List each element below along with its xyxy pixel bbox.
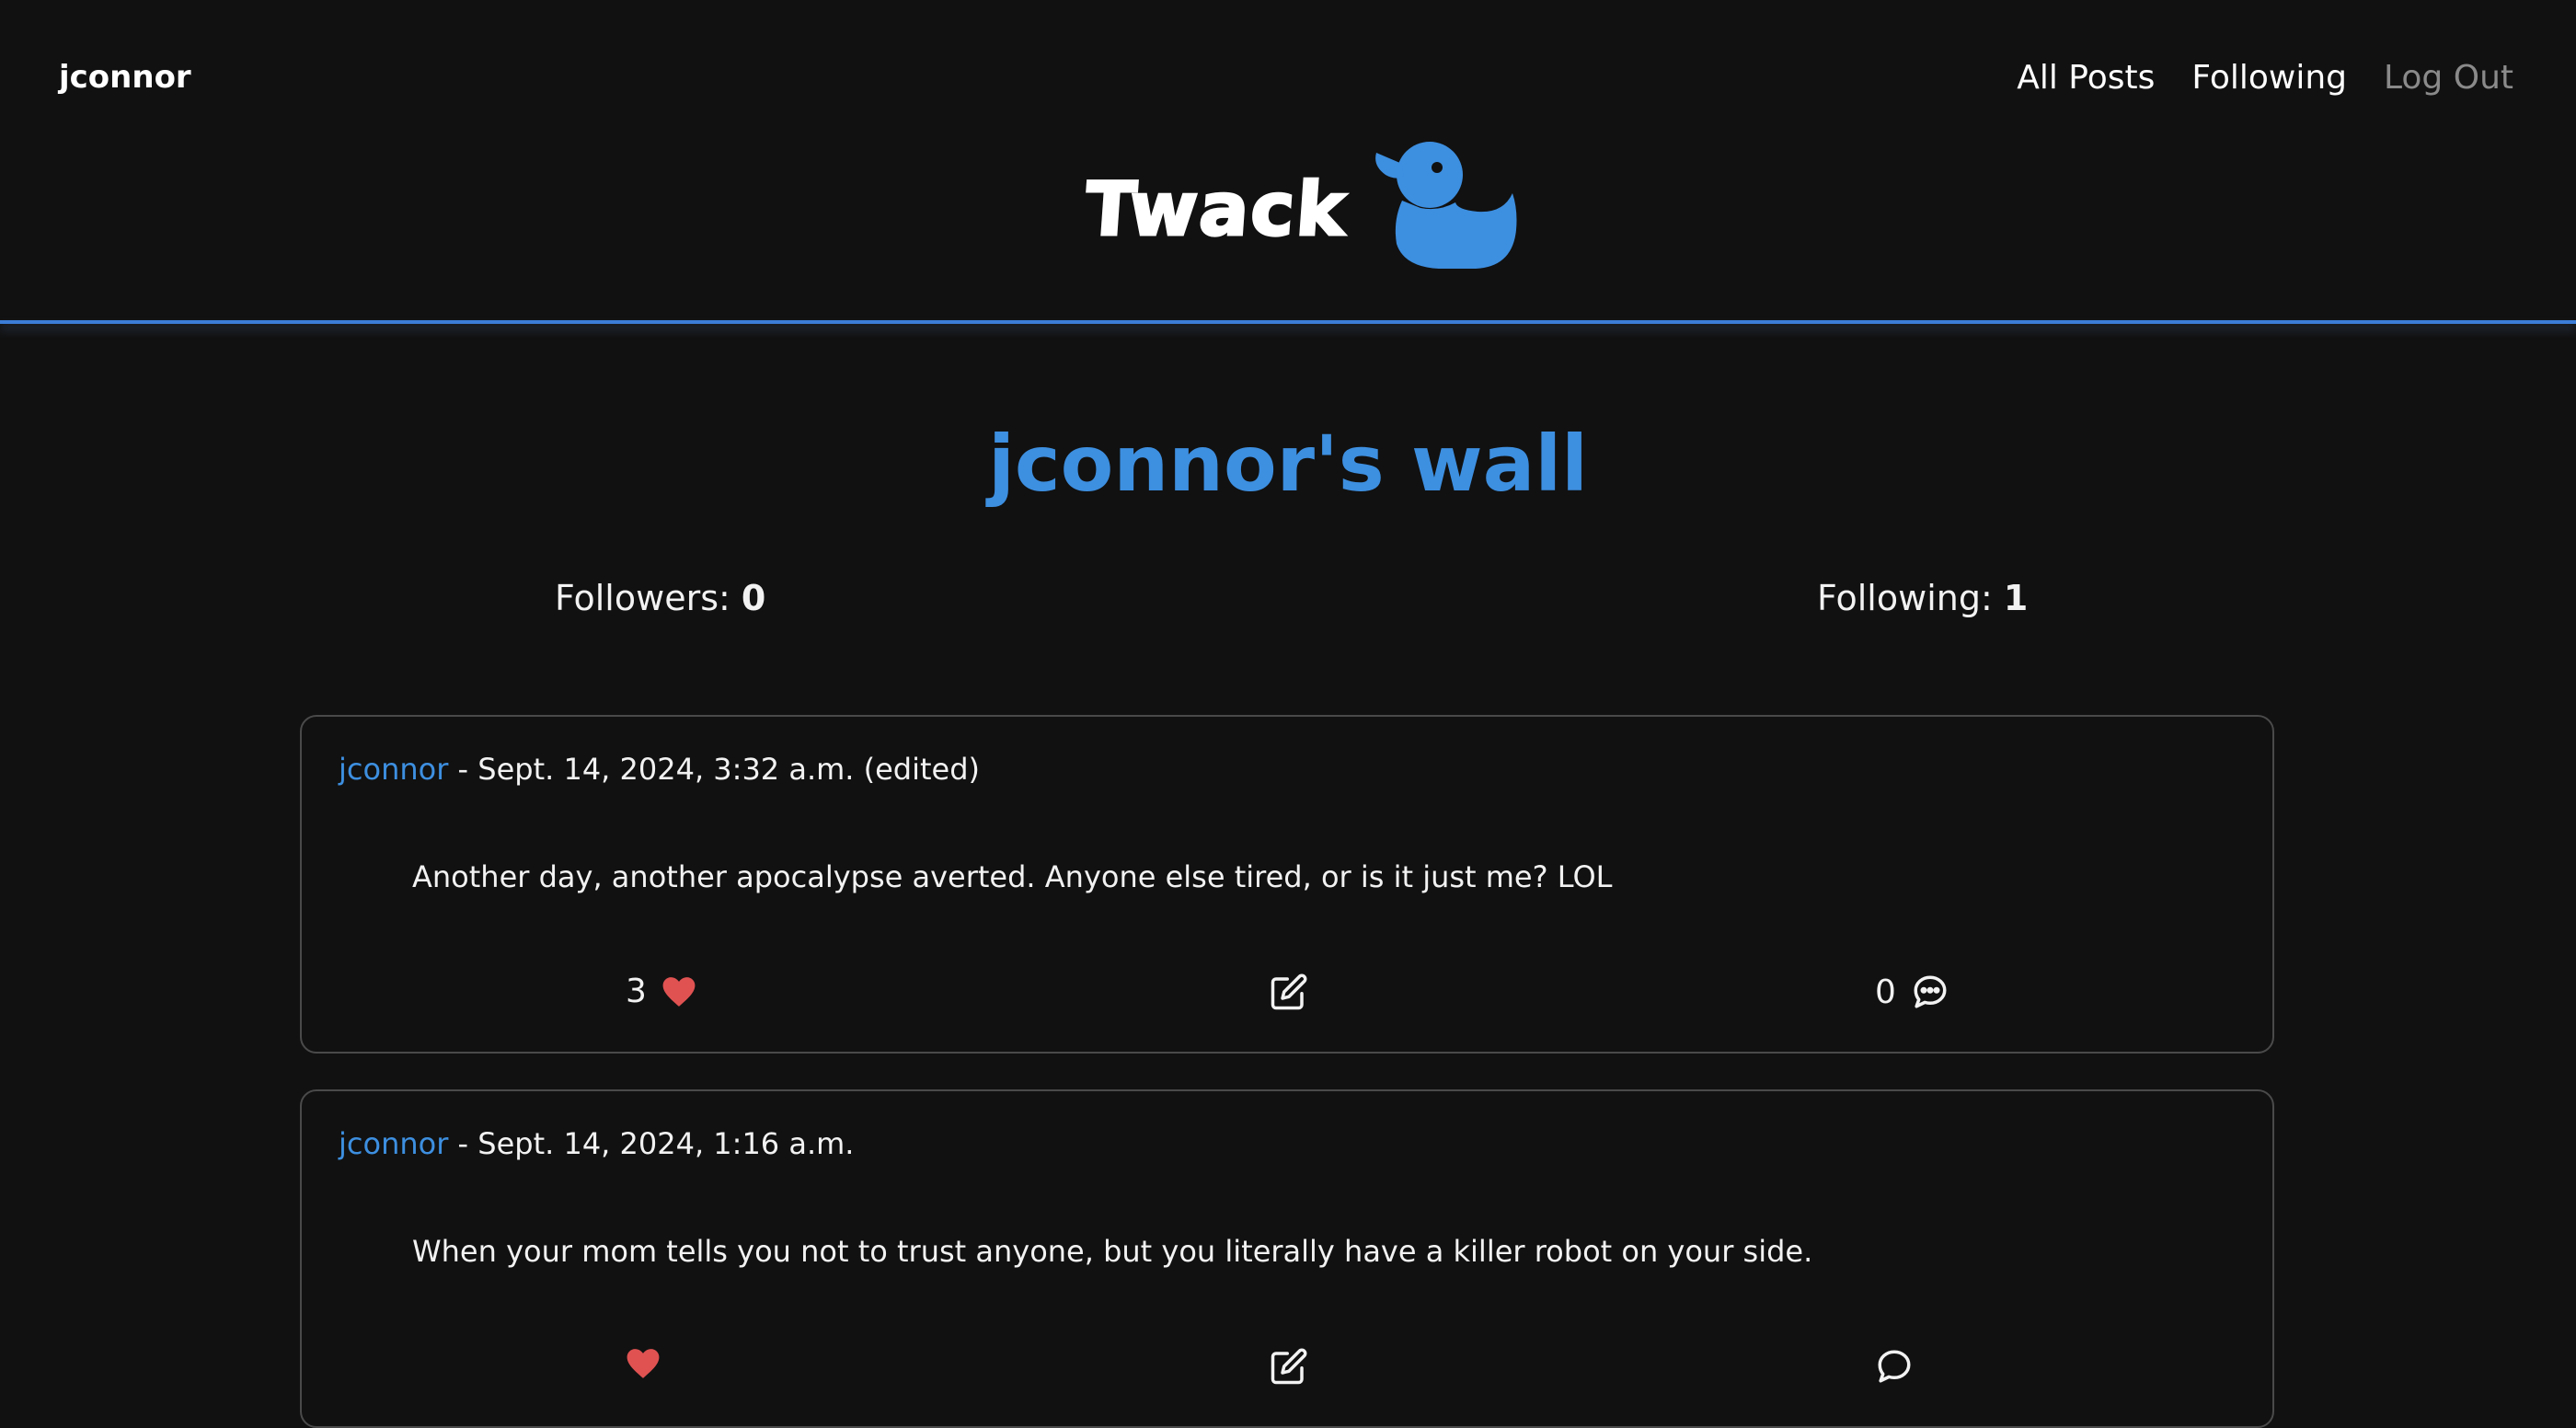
like-count: 3	[626, 973, 647, 1010]
comment-button[interactable]	[1875, 1347, 1914, 1386]
nav-menu: All Posts Following Log Out	[2017, 59, 2513, 97]
following-label: Following:	[1817, 578, 1993, 618]
site-logo[interactable]: Twack	[1081, 138, 1522, 280]
edit-button[interactable]	[1270, 973, 1308, 1011]
post-header: jconnor - Sept. 14, 2024, 3:32 a.m. (edi…	[339, 752, 980, 787]
comment-count: 0	[1875, 973, 1896, 1011]
following-stat: Following: 1	[1817, 578, 2028, 618]
post-meta: - Sept. 14, 2024, 3:32 a.m. (edited)	[448, 752, 981, 787]
edit-button[interactable]	[1270, 1347, 1308, 1386]
post-author-link[interactable]: jconnor	[339, 1126, 448, 1161]
duck-icon	[1365, 129, 1522, 280]
post-card: jconnor - Sept. 14, 2024, 1:16 a.m. When…	[300, 1089, 2274, 1428]
like-button[interactable]	[626, 1347, 661, 1380]
heart-icon	[661, 975, 696, 1008]
like-button[interactable]: 3	[626, 973, 696, 1010]
page-title: jconnor's wall	[988, 419, 1588, 509]
post-content: Another day, another apocalypse averted.…	[412, 859, 1613, 894]
comment-icon	[1911, 973, 1949, 1011]
post-meta: - Sept. 14, 2024, 1:16 a.m.	[448, 1126, 855, 1161]
logo-text: Twack	[1081, 165, 1351, 253]
heart-icon	[626, 1347, 661, 1380]
post-content: When your mom tells you not to trust any…	[412, 1234, 1813, 1269]
top-navbar: jconnor All Posts Following Log Out Twac…	[0, 0, 2576, 322]
edit-icon	[1270, 1347, 1308, 1386]
nav-log-out[interactable]: Log Out	[2384, 59, 2513, 97]
header-divider	[0, 320, 2576, 324]
followers-label: Followers:	[555, 578, 730, 618]
following-count: 1	[2003, 578, 2029, 618]
profile-username-link[interactable]: jconnor	[59, 59, 191, 96]
edit-icon	[1270, 973, 1308, 1011]
post-actions: 3 0	[302, 973, 2272, 1019]
followers-count: 0	[741, 578, 766, 618]
comment-icon	[1875, 1347, 1914, 1386]
comment-button[interactable]: 0	[1875, 973, 1949, 1011]
nav-following[interactable]: Following	[2191, 59, 2347, 97]
nav-all-posts[interactable]: All Posts	[2017, 59, 2155, 97]
post-card: jconnor - Sept. 14, 2024, 3:32 a.m. (edi…	[300, 715, 2274, 1054]
followers-stat: Followers: 0	[555, 578, 765, 618]
post-author-link[interactable]: jconnor	[339, 752, 448, 787]
post-header: jconnor - Sept. 14, 2024, 1:16 a.m.	[339, 1126, 854, 1161]
